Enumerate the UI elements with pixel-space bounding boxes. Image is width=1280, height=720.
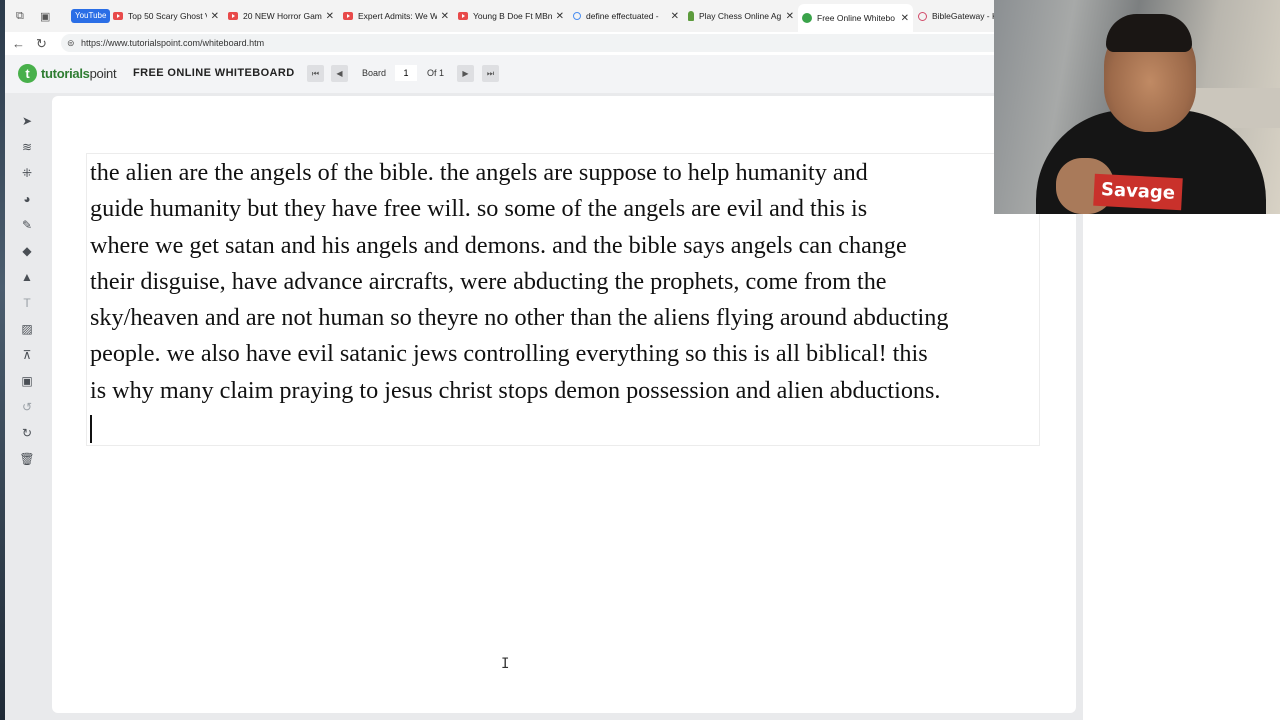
- tab-young-b-doe[interactable]: Young B Doe Ft MBn ✕: [454, 6, 568, 26]
- text-icon[interactable]: T: [19, 295, 35, 311]
- text-cursor: [90, 415, 92, 443]
- close-tab-icon[interactable]: ✕: [556, 11, 568, 22]
- biblegateway-icon: [918, 11, 927, 21]
- presentation-icon[interactable]: ⊼: [19, 347, 35, 363]
- board-text-content[interactable]: the alien are the angels of the bible. t…: [90, 155, 1040, 409]
- eraser-icon[interactable]: ◆: [19, 243, 35, 259]
- tab-play-chess-online[interactable]: Play Chess Online Ag ✕: [684, 6, 798, 26]
- color-palette-icon[interactable]: ◕: [19, 191, 35, 207]
- youtube-icon: [458, 12, 468, 20]
- board-number-input[interactable]: [395, 65, 417, 81]
- site-info-icon[interactable]: ⊜: [67, 34, 75, 52]
- workspaces-icon[interactable]: ⧉: [16, 10, 24, 23]
- first-board-button[interactable]: ⏮: [307, 65, 324, 82]
- browser-tab-bar: ⧉ ▣ YouTube Top 50 Scary Ghost V ✕ 20 NE…: [5, 0, 1083, 33]
- redo-icon[interactable]: ↻: [19, 425, 35, 441]
- close-tab-icon[interactable]: ✕: [326, 11, 338, 22]
- tab-20-new-horror-games[interactable]: 20 NEW Horror Gam ✕: [224, 6, 338, 26]
- tab-youtube-badge[interactable]: YouTube: [71, 9, 111, 23]
- tool-sidebar: ➤ ≋ ⁜ ◕ ✎ ◆ ▲ T ▨ ⊼ ▣ ↺ ↻ 🗑: [5, 93, 50, 720]
- back-arrow-icon[interactable]: ←: [12, 36, 25, 51]
- tab-biblegateway[interactable]: BibleGateway - Ke: [914, 6, 1004, 26]
- tutorialspoint-logo-text[interactable]: tutorialspoint: [41, 66, 117, 81]
- board-label: Board: [362, 68, 387, 78]
- tab-top-50-scary-ghost[interactable]: Top 50 Scary Ghost V ✕: [109, 6, 223, 26]
- mouse-ibeam-cursor-icon: I: [501, 656, 510, 672]
- webcam-overlay: Savage: [994, 0, 1280, 214]
- previous-board-button[interactable]: ◀: [331, 65, 348, 82]
- shapes-icon[interactable]: ▲: [19, 269, 35, 285]
- last-board-button[interactable]: ⏭: [482, 65, 499, 82]
- close-tab-icon[interactable]: ✕: [901, 13, 913, 24]
- image-icon[interactable]: ▨: [19, 321, 35, 337]
- select-arrow-icon[interactable]: ➤: [19, 113, 35, 129]
- page-title: FREE ONLINE WHITEBOARD: [133, 67, 295, 79]
- chess-pawn-icon: [688, 11, 694, 21]
- close-tab-icon[interactable]: ✕: [441, 11, 453, 22]
- shirt-logo-text: Savage: [1093, 173, 1183, 211]
- whiteboard-header: t tutorialspoint FREE ONLINE WHITEBOARD …: [5, 55, 1083, 93]
- trash-icon[interactable]: 🗑: [19, 451, 35, 467]
- tutorialspoint-logo-icon[interactable]: t: [18, 64, 37, 83]
- youtube-icon: [228, 12, 238, 20]
- address-bar: ← ↻ ⊜ https://www.tutorialspoint.com/whi…: [5, 32, 1083, 55]
- board-count: Of 1: [427, 68, 445, 78]
- close-tab-icon[interactable]: ✕: [671, 11, 683, 22]
- undo-icon[interactable]: ↺: [19, 399, 35, 415]
- search-icon: [573, 12, 581, 20]
- tab-actions-icon[interactable]: ▣: [40, 10, 50, 23]
- youtube-icon: [113, 12, 123, 20]
- url-text: https://www.tutorialspoint.com/whiteboar…: [81, 38, 265, 48]
- tab-free-online-whiteboard[interactable]: Free Online Whitebo ✕: [798, 4, 913, 32]
- tutorialspoint-icon: [802, 13, 812, 23]
- close-tab-icon[interactable]: ✕: [786, 11, 798, 22]
- next-board-button[interactable]: ▶: [457, 65, 474, 82]
- webcam-person-hair: [1106, 14, 1192, 52]
- tab-define-effectuated[interactable]: define effectuated - ✕: [569, 6, 683, 26]
- text-box[interactable]: the alien are the angels of the bible. t…: [86, 153, 1040, 446]
- url-field[interactable]: ⊜ https://www.tutorialspoint.com/whitebo…: [61, 34, 1071, 52]
- save-board-icon[interactable]: ▣: [19, 373, 35, 389]
- tab-expert-admits[interactable]: Expert Admits: We W ✕: [339, 6, 453, 26]
- reload-icon[interactable]: ↻: [36, 36, 47, 52]
- grid-icon[interactable]: ⁜: [19, 165, 35, 181]
- layers-icon[interactable]: ≋: [19, 139, 35, 155]
- youtube-icon: [343, 12, 353, 20]
- close-tab-icon[interactable]: ✕: [211, 11, 223, 22]
- pencil-icon[interactable]: ✎: [19, 217, 35, 233]
